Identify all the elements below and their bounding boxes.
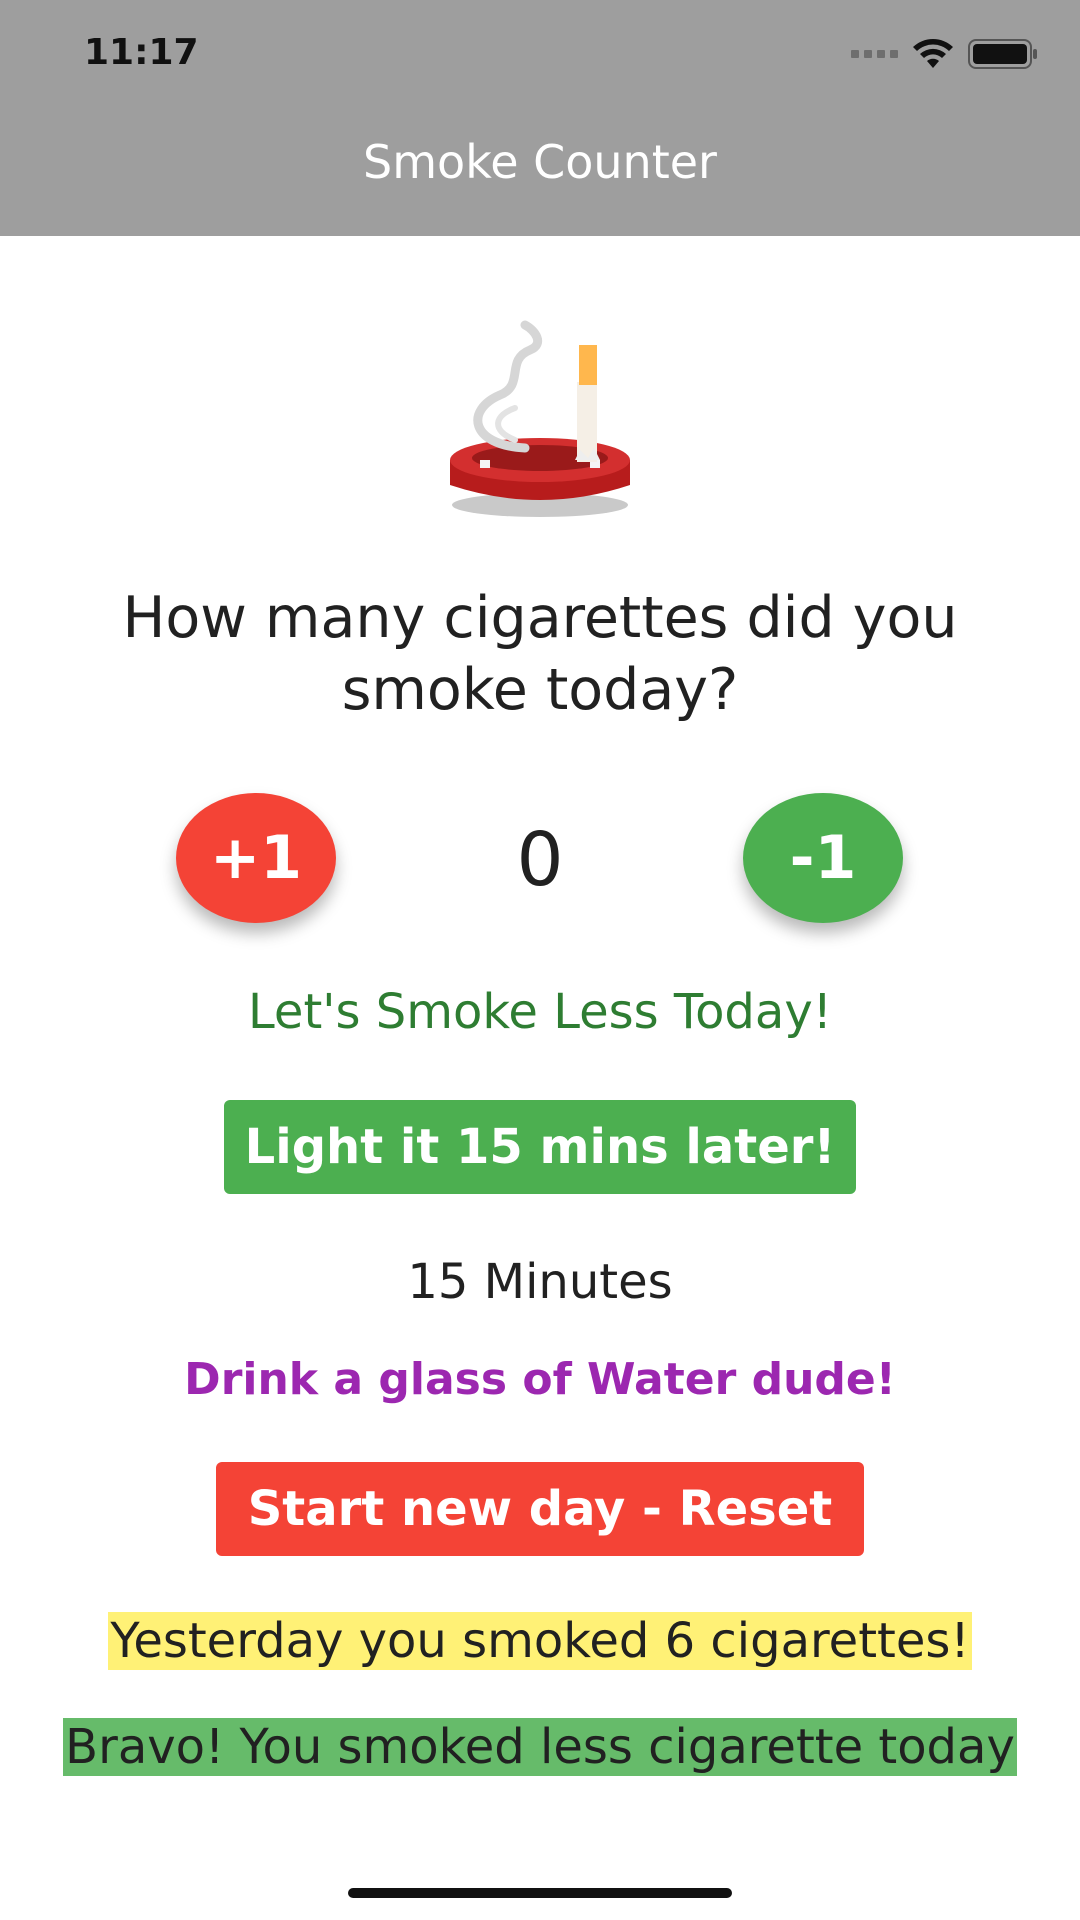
cellular-signal-icon xyxy=(851,50,898,58)
cigarette-count: 0 xyxy=(516,817,564,903)
decrement-button[interactable]: -1 xyxy=(743,793,903,923)
timer-text: 15 Minutes xyxy=(407,1254,673,1310)
motivation-text: Let's Smoke Less Today! xyxy=(248,984,832,1040)
home-indicator[interactable] xyxy=(348,1888,732,1898)
comparison-message: Bravo! You smoked less cigarette today xyxy=(63,1718,1017,1776)
wifi-icon xyxy=(913,39,953,68)
page-title: Smoke Counter xyxy=(363,135,717,189)
delay-button[interactable]: Light it 15 mins later! xyxy=(224,1100,856,1194)
yesterday-message-row: Yesterday you smoked 6 cigarettes! xyxy=(0,1612,1080,1670)
tip-text: Drink a glass of Water dude! xyxy=(184,1354,896,1405)
yesterday-message: Yesterday you smoked 6 cigarettes! xyxy=(108,1612,972,1670)
status-icons xyxy=(851,36,1038,72)
reset-button[interactable]: Start new day - Reset xyxy=(216,1462,864,1556)
comparison-message-row: Bravo! You smoked less cigarette today xyxy=(0,1718,1080,1776)
increment-button[interactable]: +1 xyxy=(176,793,336,923)
question-text: How many cigarettes did you smoke today? xyxy=(122,585,958,723)
app-header: 11:17 Smoke Counter xyxy=(0,0,1080,236)
ashtray-cigarette-icon xyxy=(430,320,650,520)
battery-icon xyxy=(968,39,1037,69)
status-time: 11:17 xyxy=(84,32,199,73)
